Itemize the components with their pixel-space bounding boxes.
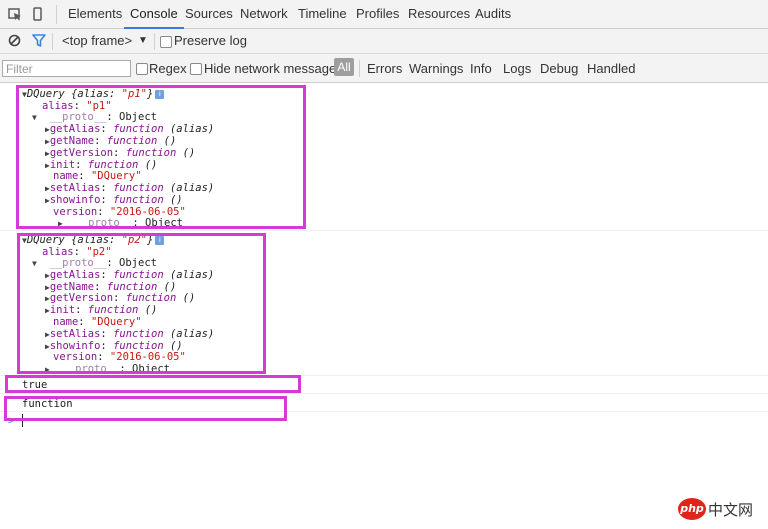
tab-console[interactable]: Console [124,6,184,29]
level-errors[interactable]: Errors [367,61,402,76]
console-filter-bar: Regex Hide network messages Errors Warni… [0,54,768,83]
devtools-tab-bar: Elements Console Sources Network Timelin… [0,0,768,29]
message-divider [0,230,768,231]
level-warnings[interactable]: Warnings [409,61,463,76]
tab-timeline[interactable]: Timeline [298,6,347,21]
hide-network-checkbox[interactable] [190,63,202,75]
level-debug[interactable]: Debug [540,61,578,76]
filter-icon[interactable] [32,34,46,47]
toolbar-divider [359,60,360,77]
highlight-box-object-2 [17,233,266,374]
highlight-box-object-1 [16,85,306,229]
regex-label: Regex [149,61,187,76]
frame-selector[interactable]: <top frame> [62,33,132,48]
clear-console-icon[interactable] [8,34,21,47]
tab-resources[interactable]: Resources [408,6,470,21]
watermark-text: 中文网 [708,501,754,519]
highlight-box-true [5,375,301,393]
toolbar-divider [56,5,57,24]
tab-audits[interactable]: Audits [475,6,511,21]
hide-network-label: Hide network messages [204,61,343,76]
device-mode-icon[interactable] [33,7,42,21]
watermark-logo: php [678,498,706,520]
level-handled[interactable]: Handled [587,61,635,76]
tab-network[interactable]: Network [240,6,288,21]
tab-profiles[interactable]: Profiles [356,6,399,21]
level-all[interactable]: All [334,58,354,76]
inspect-element-icon[interactable] [8,8,22,21]
filter-input[interactable] [2,60,131,77]
tab-sources[interactable]: Sources [185,6,233,21]
preserve-log-label: Preserve log [174,33,247,48]
message-divider [0,393,768,394]
regex-checkbox[interactable] [136,63,148,75]
tab-elements[interactable]: Elements [68,6,122,21]
level-logs[interactable]: Logs [503,61,531,76]
chevron-down-icon[interactable]: ▼ [138,35,148,46]
level-info[interactable]: Info [470,61,492,76]
console-toolbar: <top frame> ▼ Preserve log [0,29,768,54]
toolbar-divider [52,33,53,50]
toolbar-divider [154,33,155,50]
preserve-log-checkbox[interactable] [160,36,172,48]
highlight-box-function [4,396,287,421]
